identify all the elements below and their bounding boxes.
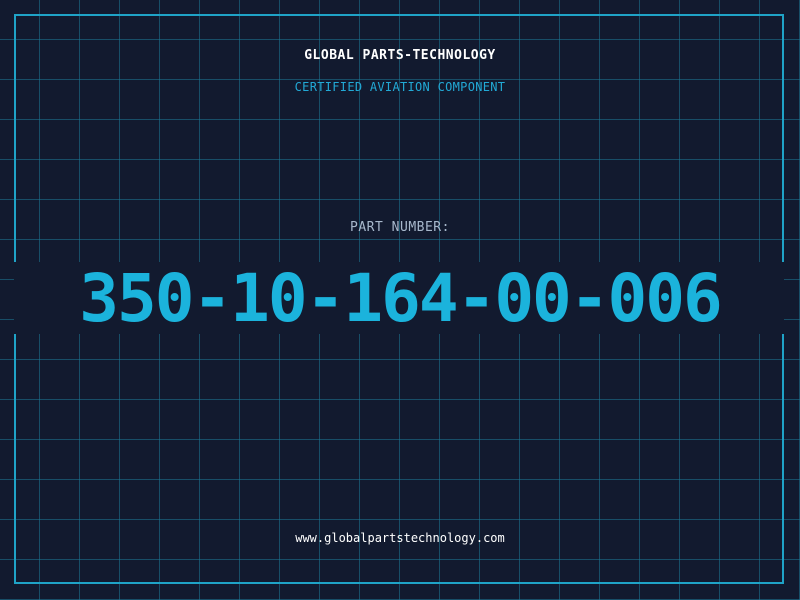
part-number-value: 350-10-164-00-006 [79,260,723,337]
label-card: GLOBAL PARTS-TECHNOLOGY CERTIFIED AVIATI… [0,0,800,600]
company-name: GLOBAL PARTS-TECHNOLOGY [304,48,496,63]
part-number-label: PART NUMBER: [350,220,450,235]
website-url: www.globalpartstechnology.com [295,531,505,545]
certification-subtitle: CERTIFIED AVIATION COMPONENT [294,80,506,94]
